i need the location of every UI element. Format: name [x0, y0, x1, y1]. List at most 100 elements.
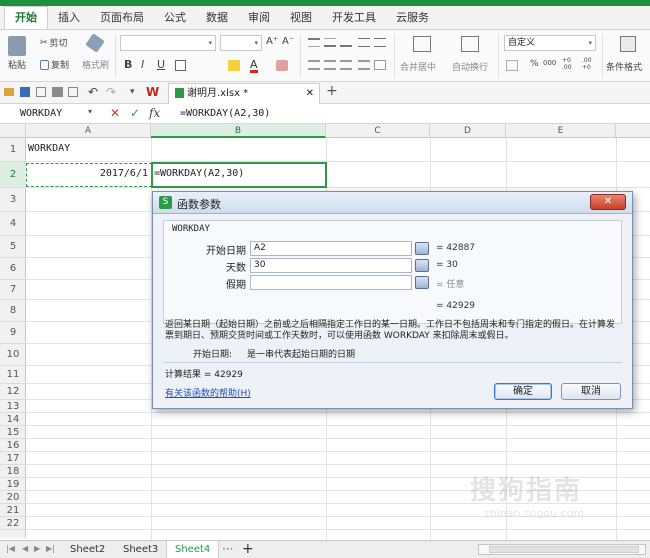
fill-color-icon[interactable]: [228, 60, 240, 71]
document-tab[interactable]: 谢明月.xlsx * ✕: [168, 83, 320, 104]
tab-page-layout[interactable]: 页面布局: [90, 7, 154, 29]
cancel-button[interactable]: 取消: [561, 383, 621, 400]
align-middle-icon[interactable]: [324, 38, 336, 47]
row-header-6[interactable]: 6: [0, 258, 26, 280]
confirm-formula-button[interactable]: ✓: [130, 106, 140, 120]
italic-button[interactable]: I: [141, 58, 144, 71]
first-sheet-icon[interactable]: |◀: [6, 544, 15, 553]
justify-icon[interactable]: [358, 60, 370, 70]
tab-review[interactable]: 审阅: [238, 7, 280, 29]
eraser-icon[interactable]: [276, 60, 288, 71]
customize-dropdown-icon[interactable]: ▾: [130, 87, 135, 97]
sheet-tab-sheet2[interactable]: Sheet2: [62, 541, 113, 558]
row-header-17[interactable]: 17: [0, 452, 26, 465]
column-header-e[interactable]: E: [506, 124, 616, 138]
dialog-close-button[interactable]: ✕: [590, 194, 626, 210]
sheet-tab-sheet4[interactable]: Sheet4: [166, 541, 220, 558]
row-header-13[interactable]: 13: [0, 400, 26, 413]
column-header-b[interactable]: B: [151, 124, 326, 138]
row-header-20[interactable]: 20: [0, 491, 26, 504]
start-date-input[interactable]: A2: [250, 241, 412, 256]
wrap-text-button[interactable]: 自动换行: [452, 60, 488, 73]
name-box[interactable]: WORKDAY: [4, 106, 96, 122]
indent-decrease-icon[interactable]: [358, 38, 370, 47]
row-header-9[interactable]: 9: [0, 322, 26, 344]
tab-cloud[interactable]: 云服务: [386, 7, 439, 29]
row-header-22[interactable]: 22: [0, 517, 26, 530]
align-bottom-icon[interactable]: [340, 38, 352, 47]
row-header-4[interactable]: 4: [0, 212, 26, 236]
cell-b2[interactable]: =WORKDAY(A2,30): [154, 168, 244, 179]
row-header-1[interactable]: 1: [0, 138, 26, 162]
font-family-select[interactable]: ▾: [120, 35, 216, 51]
undo-icon[interactable]: ↶: [88, 85, 98, 99]
scrollbar-thumb[interactable]: [489, 546, 639, 553]
font-color-icon[interactable]: A: [250, 59, 258, 73]
sheet-tab-sheet3[interactable]: Sheet3: [115, 541, 166, 558]
number-format-select[interactable]: 自定义 ▾: [504, 35, 596, 51]
horizontal-scrollbar[interactable]: [478, 544, 646, 555]
indent-increase-icon[interactable]: [374, 38, 386, 47]
thousands-button[interactable]: 000: [543, 59, 556, 67]
row-header-14[interactable]: 14: [0, 413, 26, 426]
underline-button[interactable]: U: [157, 58, 165, 71]
add-sheet-icon[interactable]: +: [242, 541, 254, 557]
percent-button[interactable]: %: [530, 59, 539, 69]
insert-function-button[interactable]: fx: [149, 106, 160, 120]
range-select-icon[interactable]: [415, 242, 429, 255]
format-painter-button[interactable]: 格式刷: [82, 58, 109, 71]
save-icon[interactable]: [20, 87, 30, 97]
prev-sheet-icon[interactable]: ◀: [22, 544, 28, 553]
column-header-a[interactable]: A: [26, 124, 151, 138]
select-all-corner[interactable]: [0, 124, 26, 138]
font-shrink-button[interactable]: A⁻: [282, 36, 294, 47]
copy-button[interactable]: 复制: [40, 58, 69, 71]
tab-data[interactable]: 数据: [196, 7, 238, 29]
column-header-c[interactable]: C: [326, 124, 430, 138]
border-icon[interactable]: [175, 60, 186, 71]
distribute-icon[interactable]: [374, 60, 386, 70]
export-pdf-icon[interactable]: [36, 87, 46, 97]
align-right-icon[interactable]: [340, 60, 352, 70]
formula-input[interactable]: =WORKDAY(A2,30): [180, 106, 270, 122]
conditional-format-button[interactable]: 条件格式: [606, 60, 642, 73]
cancel-formula-button[interactable]: ✕: [110, 106, 120, 120]
row-header-5[interactable]: 5: [0, 236, 26, 258]
row-header-3[interactable]: 3: [0, 188, 26, 212]
increase-decimal-button[interactable]: +0 .00: [562, 57, 576, 71]
print-preview-icon[interactable]: [68, 87, 78, 97]
holidays-input[interactable]: [250, 275, 412, 290]
row-header-10[interactable]: 10: [0, 344, 26, 366]
font-grow-button[interactable]: A⁺: [266, 36, 278, 47]
tab-developer[interactable]: 开发工具: [322, 7, 386, 29]
open-folder-icon[interactable]: [4, 88, 14, 96]
row-header-11[interactable]: 11: [0, 366, 26, 384]
tab-insert[interactable]: 插入: [48, 7, 90, 29]
next-sheet-icon[interactable]: ▶: [34, 544, 40, 553]
range-select-icon[interactable]: [415, 259, 429, 272]
merge-center-button[interactable]: 合并居中: [400, 60, 436, 73]
row-header-2[interactable]: 2: [0, 162, 26, 188]
align-top-icon[interactable]: [308, 38, 320, 47]
paste-button[interactable]: 粘贴: [8, 36, 26, 71]
font-size-select[interactable]: ▾: [220, 35, 262, 51]
chevron-down-icon[interactable]: ▾: [88, 107, 92, 116]
help-link[interactable]: 有关该函数的帮助(H): [165, 386, 251, 399]
tab-home[interactable]: 开始: [4, 6, 48, 29]
tab-view[interactable]: 视图: [280, 7, 322, 29]
row-header-19[interactable]: 19: [0, 478, 26, 491]
row-header-15[interactable]: 15: [0, 426, 26, 439]
new-tab-icon[interactable]: +: [326, 83, 338, 99]
close-icon[interactable]: ✕: [306, 84, 314, 103]
range-select-icon[interactable]: [415, 276, 429, 289]
currency-icon[interactable]: [506, 60, 518, 71]
align-center-icon[interactable]: [324, 60, 336, 70]
cut-button[interactable]: ✂ 剪切: [40, 36, 68, 50]
column-header-d[interactable]: D: [430, 124, 506, 138]
decrease-decimal-button[interactable]: .00 +0: [582, 57, 596, 71]
more-sheets-icon[interactable]: ···: [222, 542, 233, 556]
last-sheet-icon[interactable]: ▶|: [46, 544, 55, 553]
align-left-icon[interactable]: [308, 60, 320, 70]
cell-a2[interactable]: 2017/6/1: [26, 168, 150, 179]
redo-icon[interactable]: ↷: [106, 85, 116, 99]
